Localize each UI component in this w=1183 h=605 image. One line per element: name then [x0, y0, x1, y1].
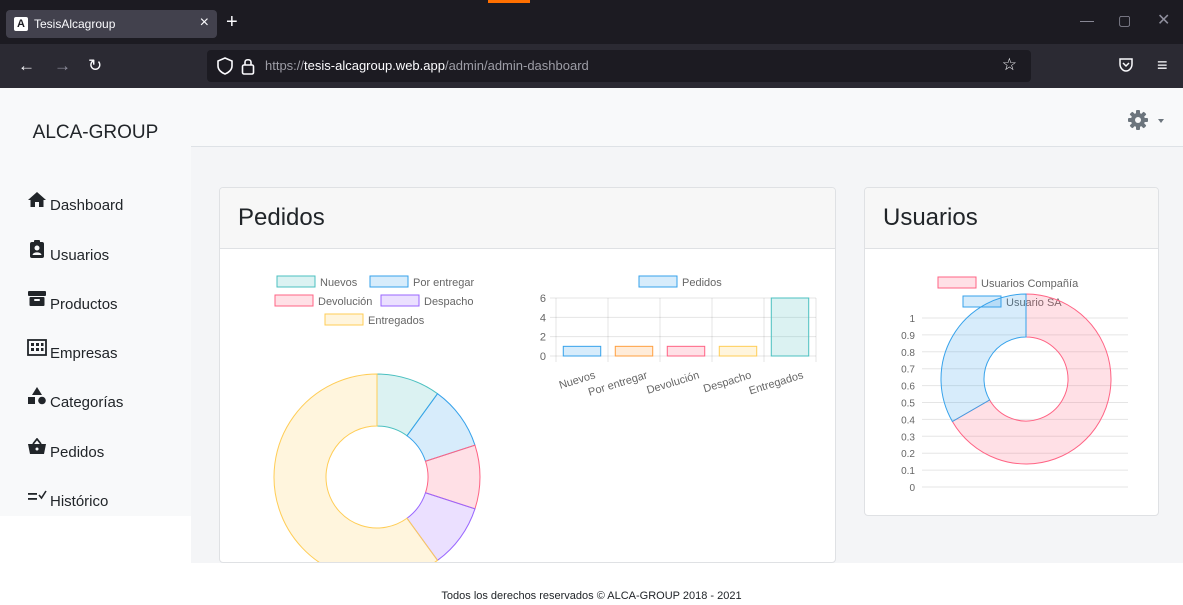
favicon-icon: A — [14, 17, 28, 31]
legend-item-swatch — [274, 294, 314, 307]
sidebar-item-label: Categorías — [50, 394, 124, 411]
pedidos-card-title: Pedidos — [220, 188, 835, 249]
pedidos-doughnut-chart: Nuevos Por entregar Devolución Despacho Entr… — [273, 275, 481, 562]
bar-devolucin — [666, 345, 706, 357]
sidebar-item-historico[interactable]: Histórico — [27, 482, 108, 510]
y-tick-label: 0.4 — [901, 415, 915, 426]
legend-item-swatch — [276, 275, 316, 288]
y-tick-label: 6 — [540, 293, 546, 305]
legend-item-label: Entregados — [368, 315, 425, 327]
sidebar-item-label: Productos — [50, 296, 118, 313]
tab-title: TesisAlcagroup — [34, 17, 116, 31]
url-path: /admin/admin-dashboard — [444, 58, 589, 73]
usuarios-chart: Usuarios CompañíaUsuario SA10.90.80.70.6… — [901, 276, 1128, 494]
url-text: https://tesis-alcagroup.web.app/admin/ad… — [265, 58, 589, 73]
forward-icon[interactable]: → — [54, 56, 71, 76]
sidebar-item-dashboard[interactable]: Dashboard — [27, 186, 123, 214]
y-tick-label: 0.9 — [901, 331, 915, 342]
sidebar-item-label: Dashboard — [50, 197, 124, 214]
footer-text: Todos los derechos reservados © ALCA-GRO… — [441, 590, 742, 602]
pedidos-card: Pedidos Nuevos Por entregar Devolución Desp… — [219, 187, 836, 563]
bar-nuevos — [562, 345, 602, 357]
shield-icon — [217, 57, 233, 75]
y-tick-label: 1 — [909, 314, 915, 325]
gear-icon[interactable] — [1128, 110, 1148, 130]
browser-tab-bar: A TesisAlcagroup × + — ▢ ✕ — [0, 0, 1183, 44]
legend-item-label: Usuarios Compañía — [981, 278, 1079, 290]
usuarios-card: Usuarios Usuarios CompañíaUsuario SA10.9… — [864, 187, 1159, 516]
y-tick-label: 0.7 — [901, 365, 915, 376]
minimize-icon[interactable]: — — [1080, 12, 1094, 28]
chevron-down-icon[interactable] — [1158, 119, 1164, 123]
home-icon — [28, 192, 46, 207]
legend-item-label: Despacho — [424, 296, 474, 308]
y-tick-label: 0.8 — [901, 348, 915, 359]
url-host: tesis-alcagroup.web.app — [304, 58, 445, 73]
pocket-icon[interactable] — [1118, 57, 1134, 73]
legend-item-swatch — [324, 313, 364, 326]
browser-nav-bar: ← → ↻ https://tesis-alcagroup.web.app/ad… — [0, 44, 1183, 88]
y-tick-label: 0.1 — [901, 466, 915, 477]
shapes-icon — [28, 387, 46, 405]
y-tick-label: 4 — [540, 312, 546, 324]
hamburger-menu-icon[interactable]: ≡ — [1157, 55, 1168, 76]
legend-item-label: Por entregar — [413, 277, 474, 289]
bar-despacho — [718, 345, 758, 357]
x-tick-label: Por entregar — [587, 369, 649, 398]
y-tick-label: 0.6 — [901, 382, 915, 393]
sidebar-item-pedidos[interactable]: Pedidos — [27, 433, 104, 461]
reload-icon[interactable]: ↻ — [88, 56, 102, 76]
pedidos-charts: Nuevos Por entregarDevolución DespachoEntr… — [273, 275, 817, 562]
x-tick-label: Devolución — [645, 369, 701, 396]
x-tick-label: Entregados — [748, 369, 806, 397]
sidebar-item-productos[interactable]: Productos — [27, 285, 118, 313]
legend-item-label: Devolución — [318, 296, 372, 308]
id-badge-icon — [30, 240, 44, 258]
legend-item-swatch — [380, 294, 420, 307]
sidebar-item-label: Usuarios — [50, 247, 110, 264]
browser-tab[interactable]: A TesisAlcagroup × — [6, 10, 217, 38]
legend-item-swatch — [369, 275, 409, 288]
sidebar: ALCA-GROUP Dashboard Usuarios Productos … — [0, 88, 191, 516]
bar-porentregar — [614, 345, 654, 357]
archive-icon — [28, 291, 46, 306]
sidebar-item-label: Empresas — [50, 345, 118, 362]
new-tab-icon[interactable]: + — [226, 12, 238, 32]
sidebar-item-empresas[interactable]: Empresas — [27, 334, 118, 362]
basket-icon — [28, 438, 46, 454]
legend-item-swatch — [937, 276, 977, 289]
legend-item-label: Nuevos — [320, 277, 358, 289]
y-tick-label: 2 — [540, 332, 546, 344]
brand-title: ALCA-GROUP — [32, 122, 159, 143]
building-icon — [27, 339, 47, 356]
y-tick-label: 0 — [909, 483, 915, 494]
bar-legend-label: Pedidos — [682, 277, 722, 289]
lock-icon — [241, 58, 255, 75]
bar-entregados — [770, 297, 810, 357]
back-icon[interactable]: ← — [18, 56, 35, 76]
list-check-icon — [28, 490, 47, 500]
close-tab-icon[interactable]: × — [200, 14, 209, 32]
y-tick-label: 0.3 — [901, 432, 915, 443]
sidebar-item-categorias[interactable]: Categorías — [27, 383, 123, 411]
bar-legend-swatch — [638, 275, 678, 288]
usuarios-doughnut-chart: Usuarios CompañíaUsuario SA10.90.80.70.6… — [901, 276, 1128, 494]
sidebar-item-label: Pedidos — [50, 444, 105, 461]
url-prefix: https:// — [265, 58, 305, 73]
y-tick-label: 0.2 — [901, 449, 915, 460]
restore-icon[interactable]: ▢ — [1118, 12, 1131, 29]
usuarios-card-title: Usuarios — [865, 188, 1158, 249]
y-tick-label: 0 — [540, 351, 546, 363]
pedidos-bar-chart: Pedidos0246NuevosPor entregarDevolución D… — [540, 275, 817, 399]
close-window-icon[interactable]: ✕ — [1157, 10, 1170, 30]
tab-bar-accent — [488, 0, 530, 3]
top-navbar — [191, 88, 1183, 147]
bookmark-star-icon[interactable]: ☆ — [1002, 55, 1017, 75]
sidebar-item-label: Histórico — [50, 493, 109, 510]
y-tick-label: 0.5 — [901, 399, 915, 410]
sidebar-item-usuarios[interactable]: Usuarios — [27, 236, 109, 264]
url-bar[interactable]: https://tesis-alcagroup.web.app/admin/ad… — [207, 50, 1031, 82]
x-tick-label: Despacho — [702, 369, 753, 395]
